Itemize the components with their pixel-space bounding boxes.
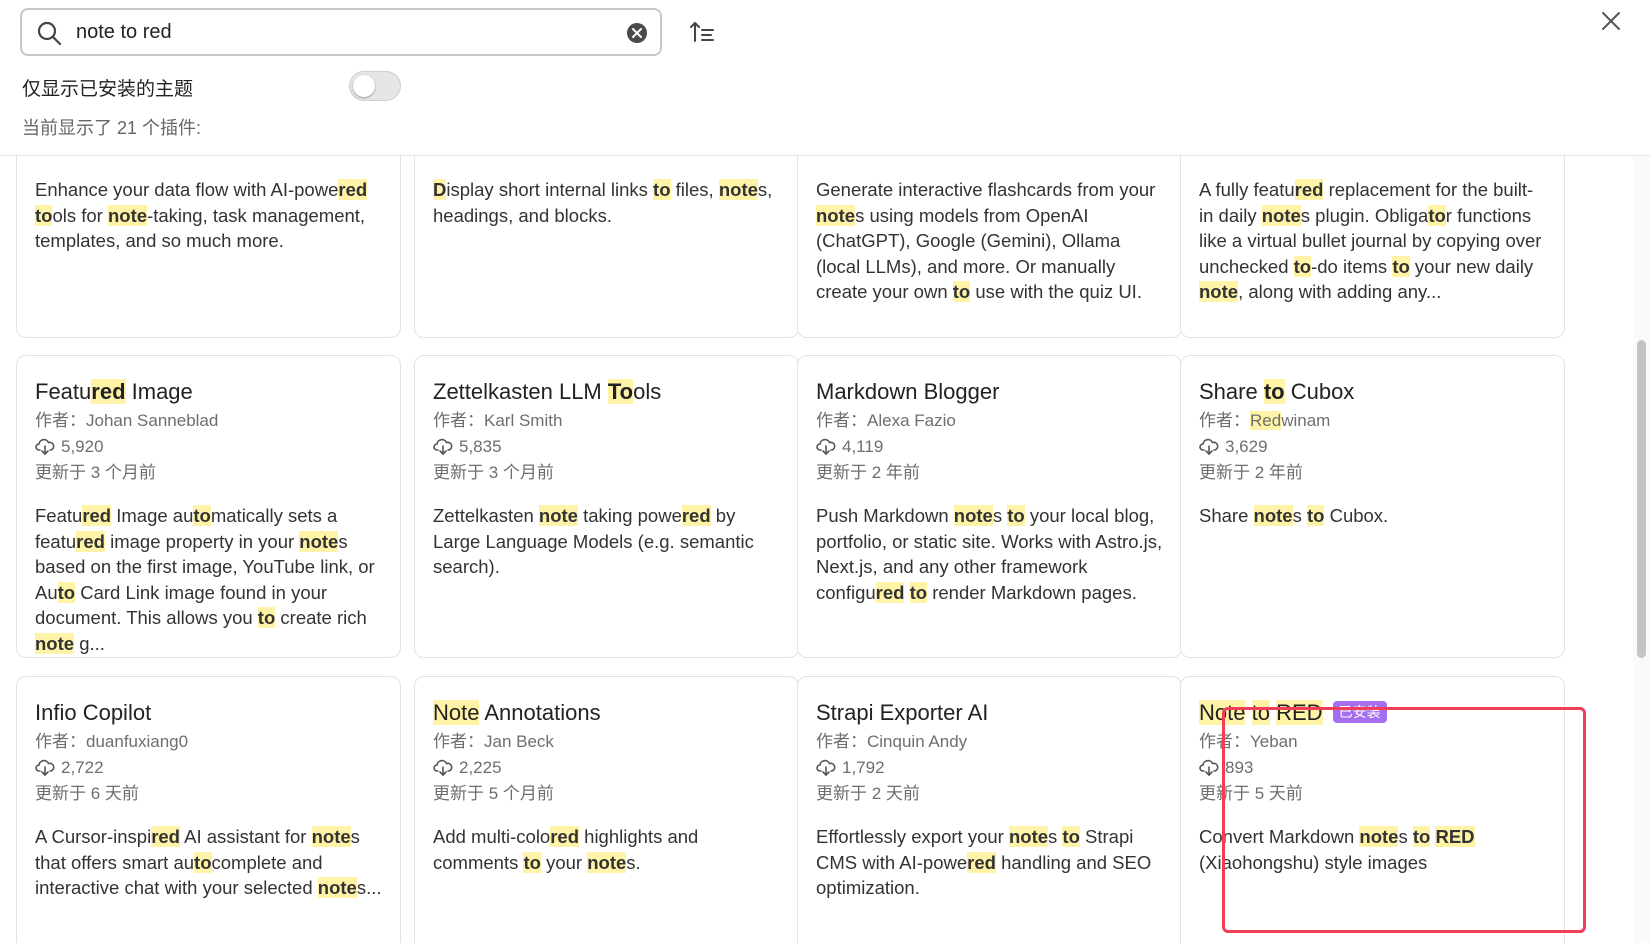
download-count: 1,792 (816, 755, 885, 781)
plugin-updated: 更新于 2 天前 (816, 784, 920, 803)
clear-search-icon[interactable] (626, 22, 648, 44)
plugin-title: Markdown Blogger (816, 379, 1000, 404)
plugin-updated: 更新于 6 天前 (35, 784, 139, 803)
download-icon (1199, 437, 1219, 457)
download-count: 5,835 (433, 434, 502, 460)
selection-highlight-box (1222, 707, 1586, 933)
plugin-updated: 更新于 2 年前 (1199, 463, 1303, 482)
plugin-card[interactable]: Zettelkasten LLM Tools 作者：Karl Smith 5,835… (414, 355, 799, 658)
plugin-card[interactable]: Share to Cubox 作者：Redwinam 3,629 更新于 2 年前 Sh… (1180, 355, 1565, 658)
plugin-card[interactable]: Infio Copilot 作者：duanfuxiang0 2,722 更新于 6 天… (16, 676, 401, 943)
plugin-card[interactable]: Featured Image 作者：Johan Sanneblad 5,920 更新于… (16, 355, 401, 658)
download-count: 2,722 (35, 755, 104, 781)
download-count: 4,119 (816, 434, 883, 460)
toggle-knob (353, 75, 375, 97)
plugin-description: Enhance your data flow with AI-powered t… (35, 179, 368, 251)
plugin-author: 作者：Karl Smith (433, 411, 563, 430)
plugin-browser-header: 仅显示已安装的主题 当前显示了 21 个插件: (0, 0, 1650, 156)
download-icon (1199, 758, 1219, 778)
close-icon[interactable] (1600, 10, 1622, 32)
plugin-author: 作者：Cinquin Andy (816, 732, 968, 751)
plugin-updated: 更新于 3 个月前 (35, 463, 156, 482)
plugin-author: 作者：Jan Beck (433, 732, 554, 751)
plugin-description: Effortlessly export your notes to Strapi… (816, 826, 1152, 898)
plugin-title: Share to Cubox (1199, 379, 1355, 404)
plugin-title: Strapi Exporter AI (816, 700, 989, 725)
plugin-card[interactable]: Note Annotations 作者：Jan Beck 2,225 更新于 5 个月… (414, 676, 799, 943)
installed-only-label: 仅显示已安装的主题 (22, 79, 194, 100)
plugin-updated: 更新于 3 个月前 (433, 463, 554, 482)
plugin-description: A Cursor-inspired AI assistant for notes… (35, 826, 382, 898)
download-icon (35, 437, 55, 457)
download-icon (433, 437, 453, 457)
plugin-title: Note Annotations (433, 700, 601, 725)
plugin-description: Generate interactive flashcards from you… (816, 179, 1156, 302)
scrollbar-thumb[interactable] (1637, 340, 1646, 658)
plugin-card[interactable]: Markdown Blogger 作者：Alexa Fazio 4,119 更新于 2… (797, 355, 1182, 658)
plugin-title: Featured Image (35, 379, 193, 404)
plugin-author: 作者：Johan Sanneblad (35, 411, 219, 430)
search-box[interactable] (20, 8, 662, 56)
download-icon (816, 437, 836, 457)
download-icon (433, 758, 453, 778)
plugin-description: Zettelkasten note taking powered by Larg… (433, 505, 754, 577)
plugin-description: Push Markdown notes to your local blog, … (816, 505, 1163, 603)
plugin-author: 作者：Redwinam (1199, 411, 1331, 430)
plugin-title: Infio Copilot (35, 700, 152, 725)
plugin-description: Featured Image automatically sets a feat… (35, 505, 375, 654)
download-icon (816, 758, 836, 778)
installed-only-toggle[interactable] (349, 71, 401, 101)
plugin-description: Share notes to Cubox. (1199, 505, 1389, 526)
download-icon (35, 758, 55, 778)
search-input[interactable] (76, 18, 636, 46)
download-count: 5,920 (35, 434, 104, 460)
plugin-updated: 更新于 2 年前 (816, 463, 920, 482)
plugin-description: Display short internal links to files, n… (433, 179, 773, 226)
download-count: 2,225 (433, 755, 502, 781)
plugin-description: A fully featured replacement for the bui… (1199, 179, 1542, 302)
plugin-updated: 更新于 5 个月前 (433, 784, 554, 803)
sort-icon[interactable] (688, 18, 716, 46)
plugin-card[interactable]: Strapi Exporter AI 作者：Cinquin Andy 1,792 更新… (797, 676, 1182, 943)
search-icon (37, 21, 62, 46)
plugin-description: Add multi-colored highlights and comment… (433, 826, 699, 873)
plugin-count-label: 当前显示了 21 个插件: (22, 118, 202, 138)
plugin-title: Zettelkasten LLM Tools (433, 379, 662, 404)
download-count: 3,629 (1199, 434, 1268, 460)
plugin-author: 作者：duanfuxiang0 (35, 732, 189, 751)
plugin-author: 作者：Alexa Fazio (816, 411, 956, 430)
